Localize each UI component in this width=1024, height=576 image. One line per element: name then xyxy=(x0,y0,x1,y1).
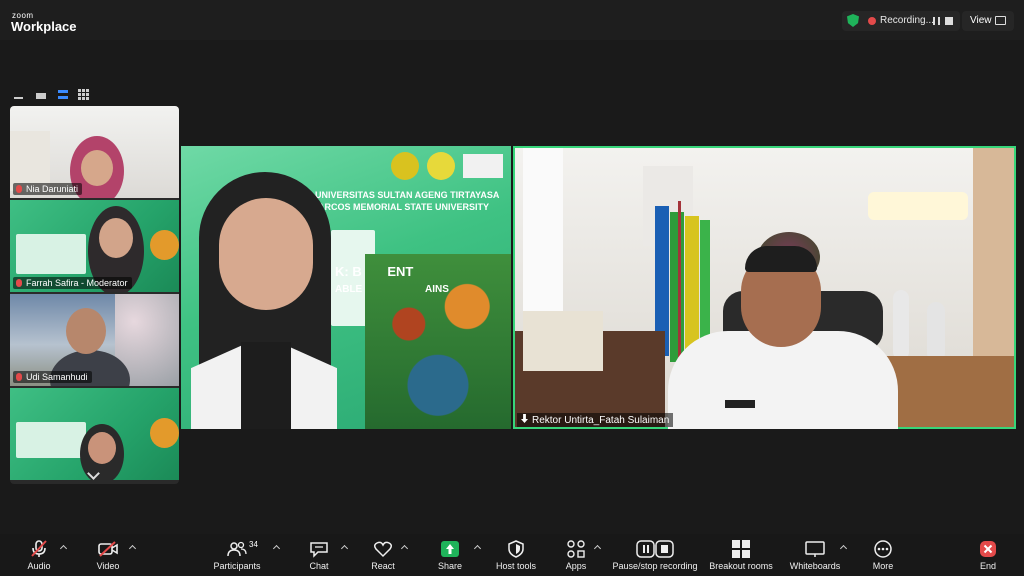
apps-icon xyxy=(567,540,585,558)
heart-icon xyxy=(373,541,393,558)
participant-tile[interactable]: Nia Daruniati xyxy=(10,106,179,198)
slide-title: K: B ENT xyxy=(335,264,414,279)
top-bar: zoom Workplace Recording... View xyxy=(0,0,1024,40)
layout-switcher xyxy=(14,89,94,101)
mic-muted-icon xyxy=(16,185,22,193)
slide-line-1: UNIVERSITAS SULTAN AGENG TIRTAYASA xyxy=(315,190,500,200)
breakout-rooms-icon xyxy=(732,540,750,558)
participants-icon xyxy=(227,541,247,557)
end-button[interactable]: End xyxy=(968,534,1008,576)
video-button[interactable]: Video xyxy=(88,534,128,576)
share-button[interactable]: Share xyxy=(430,534,470,576)
end-icon xyxy=(980,541,996,557)
end-label: End xyxy=(979,561,997,571)
meeting-toolbar: Audio Video 34 Participants Chat React S… xyxy=(0,534,1024,576)
brand-title: Workplace xyxy=(11,19,77,34)
slide-photo xyxy=(365,254,511,429)
apps-label: Apps xyxy=(565,561,587,571)
slide-subtitle: ABLE AINS xyxy=(335,284,449,295)
participant-tile[interactable]: Udi Samanhudi xyxy=(10,294,179,386)
mic-muted-icon xyxy=(521,414,528,423)
whiteboards-label: Whiteboards xyxy=(789,561,841,571)
share-label: Share xyxy=(437,561,463,571)
mic-muted-icon xyxy=(16,279,22,287)
mic-muted-icon xyxy=(16,373,22,381)
share-screen-icon xyxy=(441,541,459,557)
participants-button[interactable]: 34 Participants xyxy=(213,534,261,576)
speaker-name-tag: Rektor Untirta_Fatah Sulaiman xyxy=(517,413,674,427)
participants-options-caret[interactable] xyxy=(272,544,281,553)
university-logo-icon xyxy=(391,152,419,180)
university-logo-icon xyxy=(427,152,455,180)
chat-options-caret[interactable] xyxy=(340,544,349,553)
apps-button[interactable]: Apps xyxy=(556,534,596,576)
recording-dot-icon xyxy=(868,17,876,25)
speaker-layout-icon[interactable] xyxy=(36,93,46,99)
audio-label: Audio xyxy=(27,561,51,571)
participant-tile[interactable] xyxy=(10,388,179,480)
more-button[interactable]: More xyxy=(864,534,904,576)
more-icon xyxy=(874,540,892,558)
shared-screen-tile: UNIVERSITAS SULTAN AGENG TIRTAYASA O MAR… xyxy=(181,146,511,429)
strip-layout-icon[interactable] xyxy=(58,90,68,99)
breakout-rooms-button[interactable]: Breakout rooms xyxy=(709,534,773,576)
more-label: More xyxy=(872,561,894,571)
participant-name: Udi Samanhudi xyxy=(26,372,88,382)
video-off-icon xyxy=(98,541,118,557)
participants-count: 34 xyxy=(249,540,258,549)
participant-tile[interactable]: Farrah Safira - Moderator xyxy=(10,200,179,292)
view-label: View xyxy=(970,15,992,26)
participant-name: Nia Daruniati xyxy=(26,184,79,194)
video-label: Video xyxy=(96,561,120,571)
chat-label: Chat xyxy=(309,561,329,571)
participant-strip[interactable]: Nia Daruniati Farrah Safira - Moderator … xyxy=(10,106,179,484)
partner-logo-icon xyxy=(463,154,503,178)
pause-stop-recording-icon xyxy=(636,540,674,558)
minimize-layout-icon[interactable] xyxy=(14,97,23,99)
shield-icon xyxy=(508,540,524,558)
mic-muted-icon xyxy=(31,540,47,557)
audio-options-caret[interactable] xyxy=(59,544,68,553)
stop-icon[interactable] xyxy=(945,17,953,25)
recording-control-label: Pause/stop recording xyxy=(612,561,698,571)
recording-control-button[interactable]: Pause/stop recording xyxy=(612,534,698,576)
breakout-rooms-label: Breakout rooms xyxy=(709,561,773,571)
recording-status: Recording... xyxy=(880,15,934,26)
share-options-caret[interactable] xyxy=(473,544,482,553)
audio-button[interactable]: Audio xyxy=(20,534,60,576)
gallery-layout-icon[interactable] xyxy=(78,89,89,100)
slide-line-2: O MARCOS MEMORIAL STATE UNIVERSITY xyxy=(301,202,490,212)
pause-icon[interactable] xyxy=(933,17,940,25)
view-icon xyxy=(995,16,1006,25)
host-tools-label: Host tools xyxy=(495,561,537,571)
chat-button[interactable]: Chat xyxy=(300,534,340,576)
active-speaker-tile xyxy=(513,146,1016,429)
participant-name-tag: Udi Samanhudi xyxy=(13,371,92,383)
react-label: React xyxy=(371,561,395,571)
host-tools-button[interactable]: Host tools xyxy=(494,534,540,576)
whiteboards-button[interactable]: Whiteboards xyxy=(790,534,842,576)
participant-name: Farrah Safira - Moderator xyxy=(26,278,128,288)
react-button[interactable]: React xyxy=(364,534,404,576)
participant-name-tag: Nia Daruniati xyxy=(13,183,83,195)
participants-label: Participants xyxy=(213,561,261,571)
whiteboard-icon xyxy=(805,541,825,557)
video-options-caret[interactable] xyxy=(128,544,137,553)
speaker-name: Rektor Untirta_Fatah Sulaiman xyxy=(532,415,670,426)
chat-icon xyxy=(310,542,328,558)
participant-name-tag: Farrah Safira - Moderator xyxy=(13,277,132,289)
